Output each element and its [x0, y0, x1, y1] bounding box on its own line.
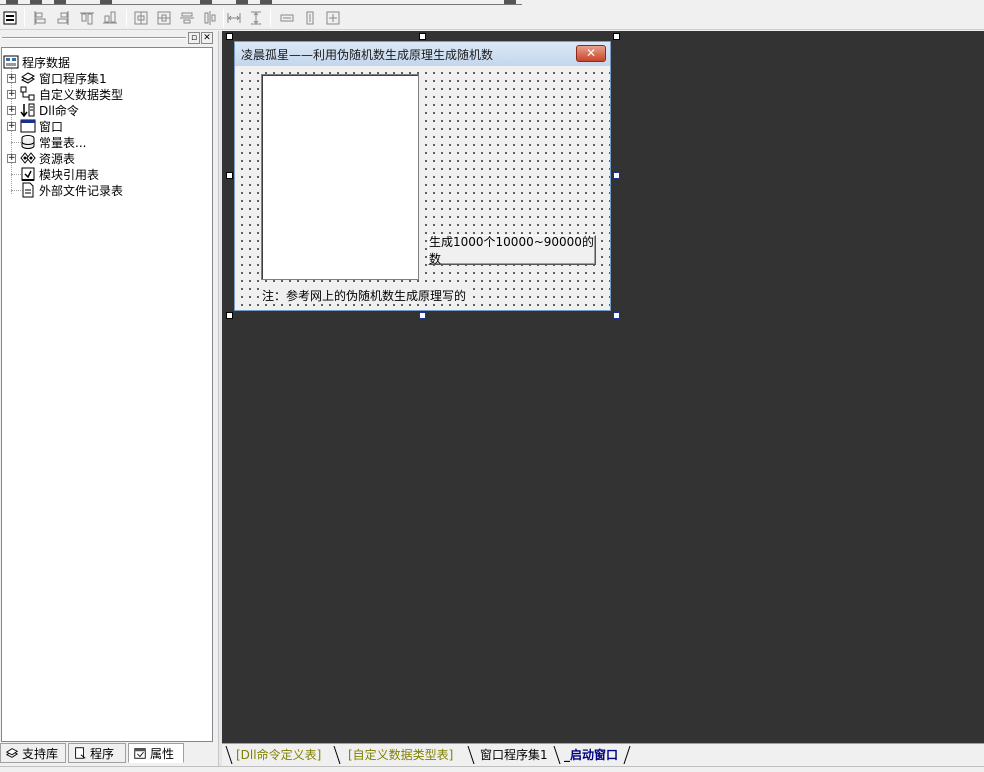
align-h-center-icon[interactable]	[177, 8, 197, 28]
tree-item-custom-types[interactable]: 自定义数据类型	[20, 86, 123, 102]
align-top-icon[interactable]	[77, 8, 97, 28]
tree-root[interactable]: 程序数据	[3, 54, 70, 70]
resize-handle[interactable]	[613, 172, 620, 179]
tab-divider	[225, 746, 233, 764]
project-data-icon	[3, 54, 19, 70]
tree-item-windows[interactable]: 窗口	[20, 118, 63, 134]
same-size-icon[interactable]	[323, 8, 343, 28]
toolbar-divider	[0, 4, 522, 5]
expand-icon[interactable]: +	[7, 90, 16, 99]
tab-divider	[623, 746, 631, 764]
tree-item-label: 自定义数据类型	[39, 87, 124, 102]
project-panel: ▫ ✕ 程序数据 + 窗口程序集1 + 自定义数据类型 + Dll命令 + 窗口…	[0, 31, 218, 766]
number-list-box[interactable]	[261, 74, 419, 280]
editor-tabs: [Dll命令定义表] [自定义数据类型表] 窗口程序集1 _启动窗口	[222, 743, 984, 766]
space-vertical-icon[interactable]	[246, 8, 266, 28]
tree-item-label: 模块引用表	[39, 167, 100, 182]
form-canvas[interactable]: 生成1000个10000~90000的数 注：参考网上的伪随机数生成原理写的	[235, 66, 610, 310]
tree-item-window-assembly[interactable]: 窗口程序集1	[20, 70, 107, 86]
resource-icon	[20, 150, 36, 166]
tab-support-library[interactable]: 支持库	[0, 743, 66, 763]
tree-item-label: 外部文件记录表	[39, 183, 124, 198]
resize-handle[interactable]	[613, 33, 620, 40]
close-panel-icon[interactable]: ✕	[201, 32, 213, 44]
toolbar-separator	[270, 9, 271, 27]
panel-tabs: 支持库 程序 属性	[0, 743, 218, 765]
tree-item-module-refs[interactable]: 模块引用表	[20, 166, 99, 182]
tree-item-label: 资源表	[39, 151, 76, 166]
resize-handle[interactable]	[419, 312, 426, 319]
type-icon	[20, 86, 36, 102]
space-horizontal-icon[interactable]	[224, 8, 244, 28]
window-icon	[20, 118, 36, 134]
align-bottom-icon[interactable]	[100, 8, 120, 28]
resize-handle[interactable]	[226, 33, 233, 40]
same-height-icon[interactable]	[300, 8, 320, 28]
tab-label: 支持库	[22, 746, 59, 761]
center-horizontal-icon[interactable]	[131, 8, 151, 28]
tree-item-label: 窗口程序集1	[39, 71, 107, 86]
toolbar-separator	[24, 9, 25, 27]
library-icon	[5, 748, 19, 758]
panel-grip[interactable]	[2, 37, 186, 39]
form-icon[interactable]	[0, 8, 20, 28]
tab-dll-definitions[interactable]: [Dll命令定义表]	[236, 746, 321, 764]
generate-button[interactable]: 生成1000个10000~90000的数	[428, 235, 596, 266]
expand-icon[interactable]: +	[7, 74, 16, 83]
same-width-icon[interactable]	[277, 8, 297, 28]
tree-item-external-files[interactable]: 外部文件记录表	[20, 182, 123, 198]
tab-window-assembly[interactable]: 窗口程序集1	[480, 746, 548, 764]
resize-handle[interactable]	[419, 33, 426, 40]
tree-item-label: 窗口	[39, 119, 64, 134]
tab-properties[interactable]: 属性	[128, 743, 184, 763]
expand-icon[interactable]: +	[7, 122, 16, 131]
tab-startup-window[interactable]: _启动窗口	[564, 746, 618, 764]
tree-item-dll-commands[interactable]: Dll命令	[20, 102, 79, 118]
expand-icon[interactable]: +	[7, 106, 16, 115]
resize-handle[interactable]	[226, 172, 233, 179]
tab-divider	[467, 746, 475, 764]
window-title-bar[interactable]: 凌晨孤星——利用伪随机数生成原理生成随机数	[235, 42, 610, 66]
align-toolbar	[0, 6, 984, 30]
status-bar	[0, 766, 984, 772]
module-icon	[20, 166, 36, 182]
tree-item-label: 常量表...	[39, 135, 87, 150]
resize-handle[interactable]	[226, 312, 233, 319]
align-right-icon[interactable]	[53, 8, 73, 28]
tree-item-resources[interactable]: 资源表	[20, 150, 75, 166]
project-tree[interactable]: 程序数据 + 窗口程序集1 + 自定义数据类型 + Dll命令 + 窗口 常量表…	[1, 47, 213, 742]
tab-program[interactable]: 程序	[68, 743, 126, 763]
file-record-icon	[20, 182, 36, 198]
center-vertical-icon[interactable]	[154, 8, 174, 28]
tab-label: 程序	[90, 746, 115, 761]
constant-icon	[20, 134, 36, 150]
maximize-panel-icon[interactable]: ▫	[188, 32, 200, 44]
tree-root-label: 程序数据	[22, 55, 71, 70]
align-left-icon[interactable]	[30, 8, 50, 28]
properties-icon	[134, 748, 146, 759]
align-v-center-icon[interactable]	[200, 8, 220, 28]
tree-item-constants[interactable]: 常量表...	[20, 134, 86, 150]
tree-item-label: Dll命令	[39, 103, 79, 118]
program-icon	[75, 747, 86, 759]
tab-custom-type-table[interactable]: [自定义数据类型表]	[348, 746, 453, 764]
close-icon[interactable]: ✕	[576, 45, 606, 62]
resize-handle[interactable]	[613, 312, 620, 319]
toolbar-separator	[126, 9, 127, 27]
window-title: 凌晨孤星——利用伪随机数生成原理生成随机数	[241, 47, 494, 62]
tab-label: 属性	[150, 746, 175, 761]
dll-icon	[20, 102, 36, 118]
tab-divider	[553, 746, 561, 764]
note-label: 注：参考网上的伪随机数生成原理写的	[261, 287, 468, 304]
expand-icon[interactable]: +	[7, 154, 16, 163]
books-icon	[20, 70, 36, 86]
designed-window[interactable]: 凌晨孤星——利用伪随机数生成原理生成随机数 ✕ 生成1000个10000~900…	[234, 41, 611, 311]
panel-header: ▫ ✕	[0, 31, 218, 45]
tab-divider	[333, 746, 341, 764]
